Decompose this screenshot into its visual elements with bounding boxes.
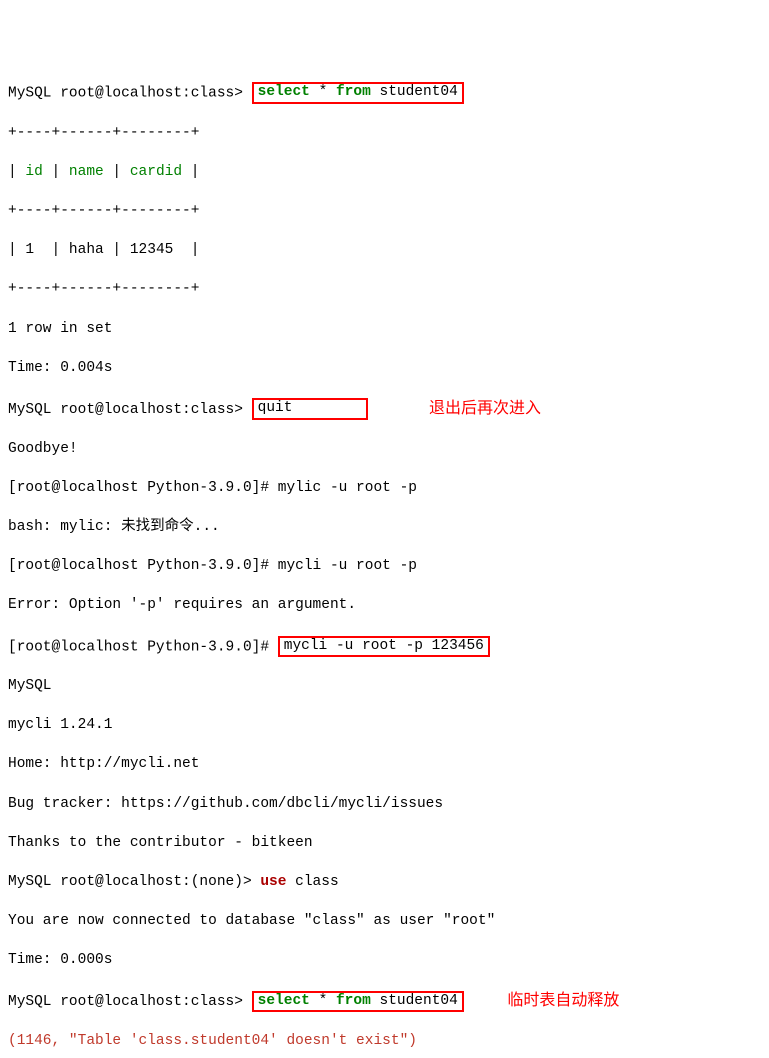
prompt: MySQL root@localhost:class>: [8, 402, 243, 418]
goodbye: Goodbye!: [8, 440, 761, 460]
sql-from: from: [336, 84, 371, 100]
bash-error: bash: mylic: 未找到命令...: [8, 518, 761, 538]
sql-use: use: [260, 874, 286, 890]
line-use: MySQL root@localhost:(none)> use class: [8, 873, 761, 893]
line-mycli2: [root@localhost Python-3.9.0]# mycli -u …: [8, 636, 761, 658]
banner-bugtracker: Bug tracker: https://github.com/dbcli/my…: [8, 795, 761, 815]
banner-mysql: MySQL: [8, 677, 761, 697]
highlight-box-mycli: mycli -u root -p 123456: [278, 636, 490, 657]
table-border-bot: +----+------+--------+: [8, 280, 761, 300]
option-error: Error: Option '-p' requires an argument.: [8, 596, 761, 616]
table-row: | 1 | haha | 12345 |: [8, 241, 761, 261]
banner-version: mycli 1.24.1: [8, 716, 761, 736]
line-quit: MySQL root@localhost:class> quit 退出后再次进入: [8, 398, 761, 421]
shell-prompt: [root@localhost Python-3.9.0]#: [8, 639, 269, 655]
prompt: MySQL root@localhost:class>: [8, 86, 243, 102]
annotation-release: 临时表自动释放: [507, 990, 619, 1012]
banner-thanks: Thanks to the contributor - bitkeen: [8, 834, 761, 854]
banner-home: Home: http://mycli.net: [8, 755, 761, 775]
time2: Time: 0.000s: [8, 951, 761, 971]
error-1146: (1146, "Table 'class.student04' doesn't …: [8, 1032, 761, 1052]
connected-msg: You are now connected to database "class…: [8, 912, 761, 932]
table-border-top: +----+------+--------+: [8, 124, 761, 144]
time1: Time: 0.004s: [8, 359, 761, 379]
shell-prompt: [root@localhost Python-3.9.0]#: [8, 480, 269, 496]
prompt-none: MySQL root@localhost:(none)>: [8, 874, 252, 890]
highlight-box-select1: select * from student04: [252, 82, 464, 103]
annotation-exit: 退出后再次进入: [429, 398, 541, 420]
line-sql2: MySQL root@localhost:class> select * fro…: [8, 990, 761, 1013]
sql-select: select: [258, 993, 310, 1009]
line-sql1: MySQL root@localhost:class> select * fro…: [8, 82, 761, 104]
row-count: 1 row in set: [8, 320, 761, 340]
prompt: MySQL root@localhost:class>: [8, 994, 243, 1010]
shell-prompt: [root@localhost Python-3.9.0]#: [8, 558, 269, 574]
line-mylic: [root@localhost Python-3.9.0]# mylic -u …: [8, 479, 761, 499]
highlight-box-select2: select * from student04: [252, 991, 464, 1012]
sql-select: select: [258, 84, 310, 100]
line-mycli1: [root@localhost Python-3.9.0]# mycli -u …: [8, 557, 761, 577]
table-header: | id | name | cardid |: [8, 163, 761, 183]
sql-from: from: [336, 993, 371, 1009]
table-border-mid: +----+------+--------+: [8, 202, 761, 222]
highlight-box-quit: quit: [252, 398, 368, 419]
